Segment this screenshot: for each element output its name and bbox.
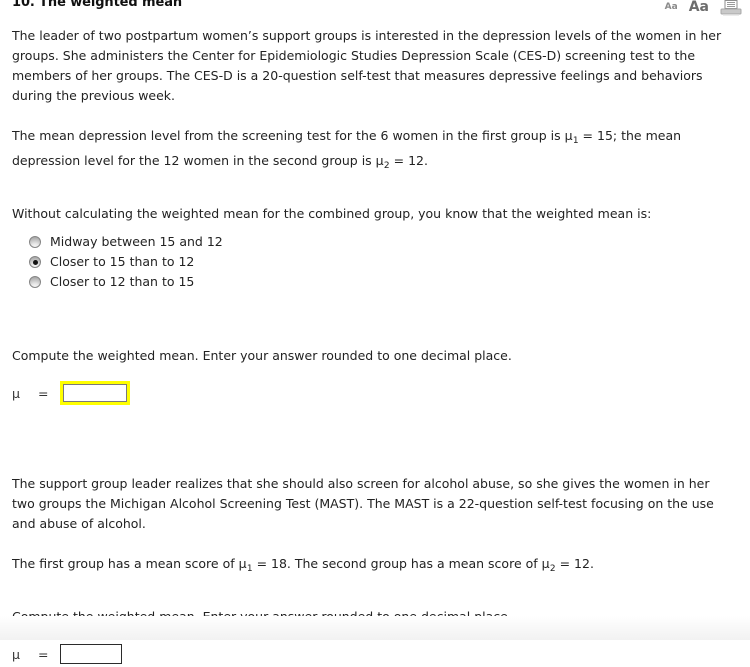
mast-means-sentence: The first group has a mean score of μ1 =… — [0, 554, 750, 579]
answer-1-input[interactable] — [63, 384, 127, 402]
radio-label-closer-to-15: Closer to 15 than to 12 — [50, 254, 195, 269]
mast-paragraph: The support group leader realizes that s… — [12, 476, 714, 531]
answer-2-input[interactable] — [60, 644, 122, 664]
answer-options-list: Midway between 15 and 12 Closer to 15 th… — [0, 232, 750, 292]
mast-sentence-part1: The first group has a mean score of — [12, 556, 239, 571]
mu-2-symbol: μ — [375, 153, 384, 168]
mast-mu-2-symbol: μ — [541, 556, 550, 571]
mast-mu-1-symbol: μ — [238, 556, 247, 571]
radio-option-closer-to-12[interactable]: Closer to 12 than to 15 — [0, 272, 750, 292]
mast-sentence-part3: = 12. — [555, 556, 594, 571]
printer-icon[interactable] — [720, 0, 742, 16]
answer-1-equals-label: = — [38, 385, 49, 401]
radio-button-closer-to-12[interactable] — [29, 276, 41, 288]
answer-1-focus-ring — [60, 381, 130, 405]
intro-paragraph: The leader of two postpartum women’s sup… — [12, 28, 722, 103]
answer-row-2: μ = — [0, 641, 750, 667]
mu-1-symbol: μ — [564, 128, 573, 143]
mast-sentence-part2: = 18. The second group has a mean score … — [252, 556, 542, 571]
answer-2-equals-label: = — [38, 646, 49, 662]
question-prompt: Without calculating the weighted mean fo… — [12, 206, 652, 221]
question-body: The leader of two postpartum women’s sup… — [0, 18, 750, 667]
decrease-font-size-button[interactable]: Aa — [665, 2, 678, 12]
radio-button-midway[interactable] — [29, 236, 41, 248]
bottom-gradient-band — [0, 616, 750, 640]
answer-row-1: μ = — [0, 380, 750, 406]
means-sentence-part1: The mean depression level from the scree… — [12, 128, 565, 143]
increase-font-size-button[interactable]: Aa — [689, 0, 709, 14]
answer-2-mu-label: μ — [12, 646, 20, 662]
radio-label-midway: Midway between 15 and 12 — [50, 234, 223, 249]
radio-option-closer-to-15[interactable]: Closer to 15 than to 12 — [0, 252, 750, 272]
radio-option-midway[interactable]: Midway between 15 and 12 — [0, 232, 750, 252]
means-sentence: The mean depression level from the scree… — [0, 126, 750, 176]
radio-label-closer-to-12: Closer to 12 than to 15 — [50, 274, 195, 289]
means-sentence-part3: = 12. — [389, 153, 428, 168]
answer-1-mu-label: μ — [12, 385, 20, 401]
compute-prompt-1: Compute the weighted mean. Enter your an… — [12, 348, 512, 363]
page-header: 10. The weighted mean Aa Aa — [0, 0, 750, 18]
radio-button-closer-to-15[interactable] — [29, 256, 41, 268]
header-toolbar: Aa Aa — [665, 0, 742, 16]
page-title: 10. The weighted mean — [12, 0, 183, 10]
